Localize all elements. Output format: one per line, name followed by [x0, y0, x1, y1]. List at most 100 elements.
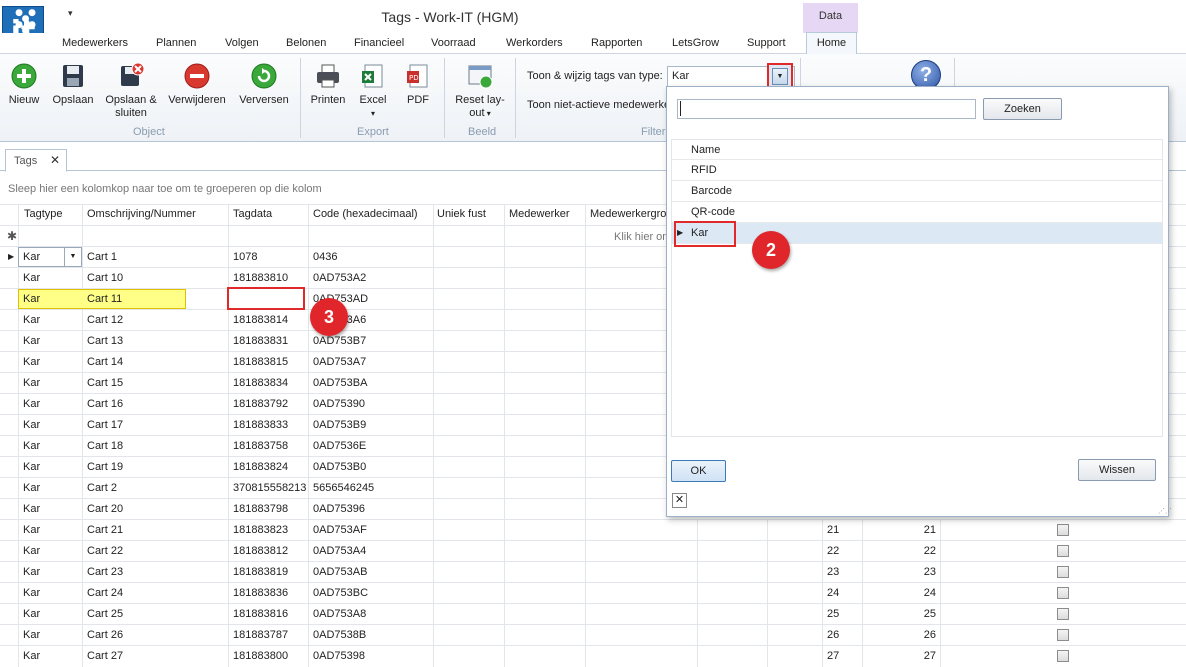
- cell-tagtype[interactable]: Kar: [23, 436, 63, 456]
- cell-tagtype[interactable]: Kar: [23, 331, 63, 351]
- cell-omschrijving[interactable]: Cart 10: [87, 268, 222, 288]
- cell-tagtype[interactable]: Kar: [23, 499, 63, 519]
- cell-tagtype[interactable]: Kar: [23, 646, 63, 666]
- popup-list-item-kar[interactable]: ▶ Kar: [672, 223, 1162, 244]
- cell-code[interactable]: 0AD753BA: [313, 373, 431, 393]
- cell-tagdata[interactable]: 181883810: [233, 268, 307, 288]
- cell-code[interactable]: 0AD753BC: [313, 583, 431, 603]
- cell-tagtype[interactable]: Kar: [23, 352, 63, 372]
- cell-omschrijving[interactable]: Cart 25: [87, 604, 222, 624]
- cell-number-a[interactable]: 27: [827, 646, 857, 666]
- cell-tagdata[interactable]: 181883787: [233, 625, 307, 645]
- pdf-button[interactable]: PDF PDF: [402, 62, 434, 107]
- column-header-omschrijving[interactable]: Omschrijving/Nummer: [87, 208, 196, 220]
- cell-code[interactable]: 0AD7538B: [313, 625, 431, 645]
- row-checkbox[interactable]: [1057, 566, 1069, 578]
- column-header-medewerkergroep[interactable]: Medewerkergro: [590, 208, 666, 220]
- cell-code[interactable]: 0AD753AF: [313, 520, 431, 540]
- cell-omschrijving[interactable]: Cart 11: [87, 289, 222, 309]
- popup-search-input[interactable]: [677, 99, 976, 119]
- popup-list-item-barcode[interactable]: Barcode: [672, 181, 1162, 202]
- cell-omschrijving[interactable]: Cart 17: [87, 415, 222, 435]
- cell-tagdata[interactable]: 181883815: [233, 352, 307, 372]
- tab-belonen[interactable]: Belonen: [286, 37, 326, 49]
- cell-number-a[interactable]: 24: [827, 583, 857, 603]
- cell-code[interactable]: 0AD753B0: [313, 457, 431, 477]
- row-checkbox[interactable]: [1057, 524, 1069, 536]
- cell-code[interactable]: 0AD7536E: [313, 436, 431, 456]
- popup-list-header-name[interactable]: Name: [691, 144, 720, 156]
- cell-number-b[interactable]: 23: [866, 562, 936, 582]
- tab-tags[interactable]: Tags ✕: [5, 149, 67, 172]
- tab-letsgrow[interactable]: LetsGrow: [672, 37, 719, 49]
- new-row-hint[interactable]: Klik hier om: [614, 231, 671, 243]
- cell-code[interactable]: 0AD753A7: [313, 352, 431, 372]
- excel-button[interactable]: Excel ▾: [356, 62, 390, 120]
- cell-code[interactable]: 0AD75390: [313, 394, 431, 414]
- cell-tagdata[interactable]: 181883831: [233, 331, 307, 351]
- tab-plannen[interactable]: Plannen: [156, 37, 196, 49]
- cell-omschrijving[interactable]: Cart 20: [87, 499, 222, 519]
- new-button[interactable]: Nieuw: [6, 62, 42, 107]
- print-button[interactable]: Printen: [308, 62, 348, 107]
- tagtype-editor-dropdown-icon[interactable]: ▼: [64, 248, 81, 266]
- cell-tagdata[interactable]: 181883812: [233, 541, 307, 561]
- column-header-tagtype[interactable]: Tagtype: [24, 208, 63, 220]
- cell-tagdata[interactable]: 181883836: [233, 583, 307, 603]
- cell-code[interactable]: 0AD753B9: [313, 415, 431, 435]
- cell-tagtype[interactable]: Kar: [23, 373, 63, 393]
- column-header-uniek-fust[interactable]: Uniek fust: [437, 208, 486, 220]
- tab-home[interactable]: Home: [806, 32, 857, 54]
- tab-voorraad[interactable]: Voorraad: [431, 37, 476, 49]
- cell-number-b[interactable]: 21: [866, 520, 936, 540]
- cell-omschrijving[interactable]: Cart 2: [87, 478, 222, 498]
- cell-tagdata[interactable]: 181883814: [233, 310, 307, 330]
- clear-button[interactable]: Wissen: [1078, 459, 1156, 481]
- ok-button[interactable]: OK: [671, 460, 726, 482]
- cell-tagtype[interactable]: Kar: [23, 604, 63, 624]
- cell-tagdata[interactable]: 181883758: [233, 436, 307, 456]
- refresh-button[interactable]: Verversen: [236, 62, 292, 107]
- cell-omschrijving[interactable]: Cart 12: [87, 310, 222, 330]
- popup-list-item-rfid[interactable]: RFID: [672, 160, 1162, 181]
- cell-omschrijving[interactable]: Cart 21: [87, 520, 222, 540]
- cell-tagdata[interactable]: 181883834: [233, 373, 307, 393]
- column-header-medewerker[interactable]: Medewerker: [509, 208, 570, 220]
- cell-tagdata[interactable]: 181883833: [233, 415, 307, 435]
- cell-tagtype[interactable]: Kar: [23, 457, 63, 477]
- cell-omschrijving[interactable]: Cart 13: [87, 331, 222, 351]
- cell-tagtype[interactable]: Kar: [23, 289, 63, 309]
- cell-tagtype[interactable]: Kar: [23, 478, 63, 498]
- cell-omschrijving[interactable]: Cart 15: [87, 373, 222, 393]
- tab-support[interactable]: Support: [747, 37, 786, 49]
- search-button[interactable]: Zoeken: [983, 98, 1062, 120]
- cell-tagdata[interactable]: 370815558213: [233, 478, 307, 498]
- cell-tagdata[interactable]: 1078: [233, 247, 307, 267]
- cell-number-b[interactable]: 24: [866, 583, 936, 603]
- cell-number-a[interactable]: 21: [827, 520, 857, 540]
- cell-tagdata[interactable]: 181883823: [233, 520, 307, 540]
- cell-number-a[interactable]: 23: [827, 562, 857, 582]
- cell-omschrijving[interactable]: Cart 19: [87, 457, 222, 477]
- cell-tagtype[interactable]: Kar: [23, 415, 63, 435]
- close-icon[interactable]: ✕: [50, 153, 60, 167]
- cell-omschrijving[interactable]: Cart 23: [87, 562, 222, 582]
- cell-code[interactable]: 0AD75396: [313, 499, 431, 519]
- cell-tagtype[interactable]: Kar: [23, 268, 63, 288]
- tab-volgen[interactable]: Volgen: [225, 37, 259, 49]
- cell-tagdata[interactable]: 181883792: [233, 394, 307, 414]
- row-checkbox[interactable]: [1057, 608, 1069, 620]
- cell-tagtype[interactable]: Kar: [23, 247, 63, 267]
- cell-number-a[interactable]: 22: [827, 541, 857, 561]
- cell-tagdata[interactable]: [233, 289, 307, 309]
- cell-omschrijving[interactable]: Cart 27: [87, 646, 222, 666]
- cell-number-a[interactable]: 26: [827, 625, 857, 645]
- cell-tagtype[interactable]: Kar: [23, 625, 63, 645]
- cell-tagtype[interactable]: Kar: [23, 520, 63, 540]
- close-icon[interactable]: ✕: [672, 493, 687, 508]
- cell-omschrijving[interactable]: Cart 14: [87, 352, 222, 372]
- tab-rapporten[interactable]: Rapporten: [591, 37, 642, 49]
- cell-omschrijving[interactable]: Cart 1: [87, 247, 222, 267]
- cell-number-a[interactable]: 25: [827, 604, 857, 624]
- cell-code[interactable]: 5656546245: [313, 478, 431, 498]
